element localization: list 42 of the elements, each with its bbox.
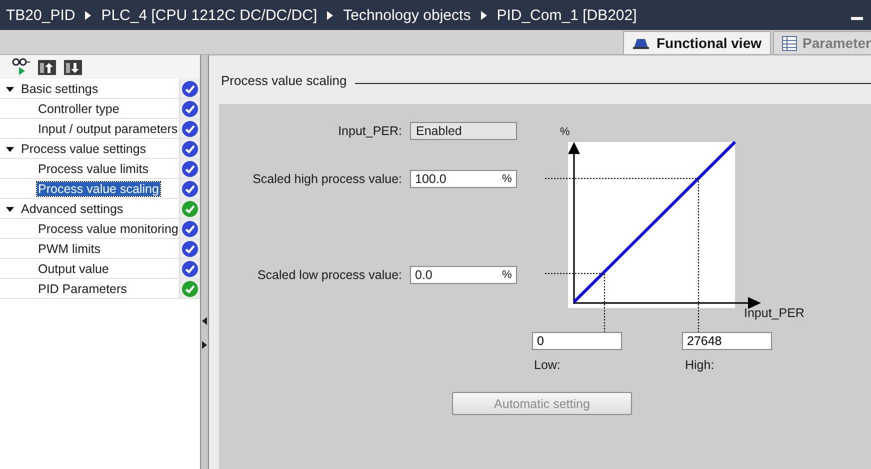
tree-item[interactable]: PID Parameters	[37, 282, 128, 296]
high-value-field[interactable]: 100.0 %	[410, 170, 517, 188]
section-title: Process value scaling	[221, 72, 347, 88]
field-label: Scaled high process value:	[252, 172, 402, 186]
expand-all-icon[interactable]	[64, 58, 82, 76]
monitor-icon[interactable]	[12, 58, 30, 76]
expand-caret-icon[interactable]	[6, 204, 14, 212]
tree-item[interactable]: Process value monitoring	[37, 222, 180, 236]
axis-label: Input_PER	[744, 306, 804, 320]
expand-right-icon[interactable]	[202, 340, 207, 348]
breadcrumb-item[interactable]: PLC_4 [CPU 1212C DC/DC/DC]	[101, 6, 318, 24]
tree-item[interactable]: Process value scaling	[37, 182, 160, 196]
table-icon	[782, 36, 796, 50]
expand-caret-icon[interactable]	[6, 84, 14, 92]
separator-icon	[327, 10, 334, 20]
breadcrumb-item[interactable]: Technology objects	[343, 6, 471, 24]
separator-icon	[480, 10, 487, 20]
breadcrumb-item[interactable]: TB20_PID	[6, 6, 76, 24]
field-label: Scaled low process value:	[257, 268, 402, 282]
tree-item[interactable]: Advanced settings	[20, 202, 124, 216]
tree-item[interactable]: Basic settings	[20, 82, 100, 96]
tree-item[interactable]: Process value limits	[37, 162, 150, 176]
field-label: Input_PER:	[338, 124, 402, 138]
tree-item[interactable]: Input / output parameters	[37, 122, 179, 136]
expand-caret-icon[interactable]	[6, 144, 14, 152]
collapse-left-icon[interactable]	[202, 316, 207, 324]
high-input-field[interactable]: 27648	[682, 332, 772, 350]
breadcrumb-item[interactable]: PID_Com_1 [DB202]	[496, 6, 637, 24]
tree-item[interactable]: PWM limits	[37, 242, 102, 256]
collapse-all-icon[interactable]	[38, 58, 56, 76]
view-icon	[632, 36, 650, 50]
input-per-field: Enabled	[410, 122, 517, 140]
tree-item[interactable]: Process value settings	[20, 142, 148, 156]
view-tab[interactable]: Functional view	[623, 31, 770, 54]
field-label: High:	[685, 358, 714, 372]
field-label: Low:	[534, 358, 560, 372]
low-input-field[interactable]: 0	[532, 332, 622, 350]
tree-item[interactable]: Output value	[37, 262, 110, 276]
low-value-field[interactable]: 0.0 %	[410, 266, 517, 284]
tree-item[interactable]: Controller type	[37, 102, 120, 116]
separator-icon	[85, 10, 92, 20]
axis-label: %	[560, 126, 570, 138]
